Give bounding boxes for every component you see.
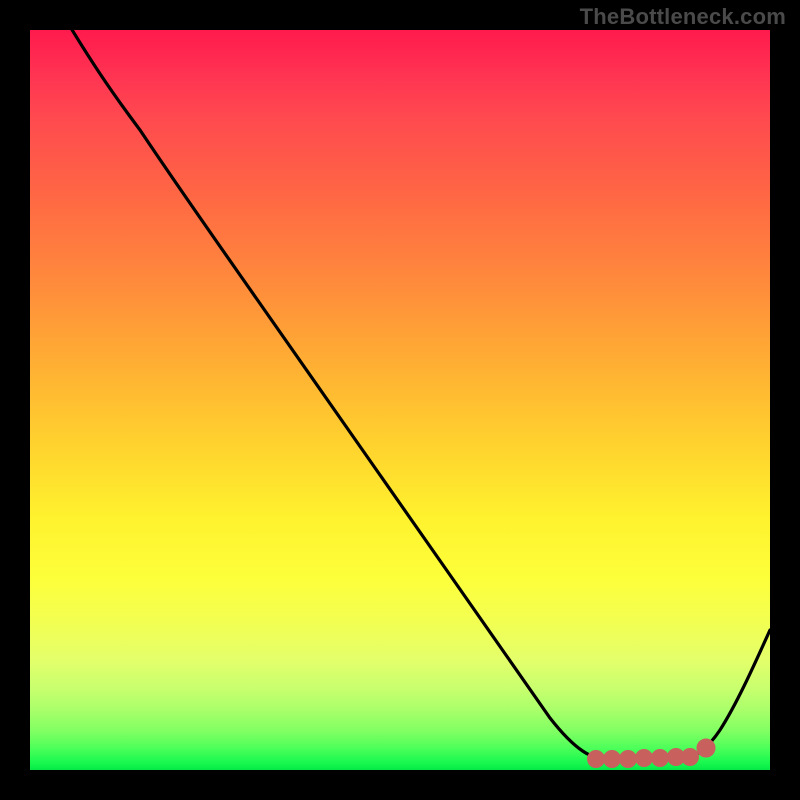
chart-frame: TheBottleneck.com [0,0,800,800]
optimal-range-marker [591,743,712,765]
curve-path [60,30,770,760]
plot-area [30,30,770,770]
bottleneck-curve [30,30,770,770]
watermark-text: TheBottleneck.com [580,4,786,30]
